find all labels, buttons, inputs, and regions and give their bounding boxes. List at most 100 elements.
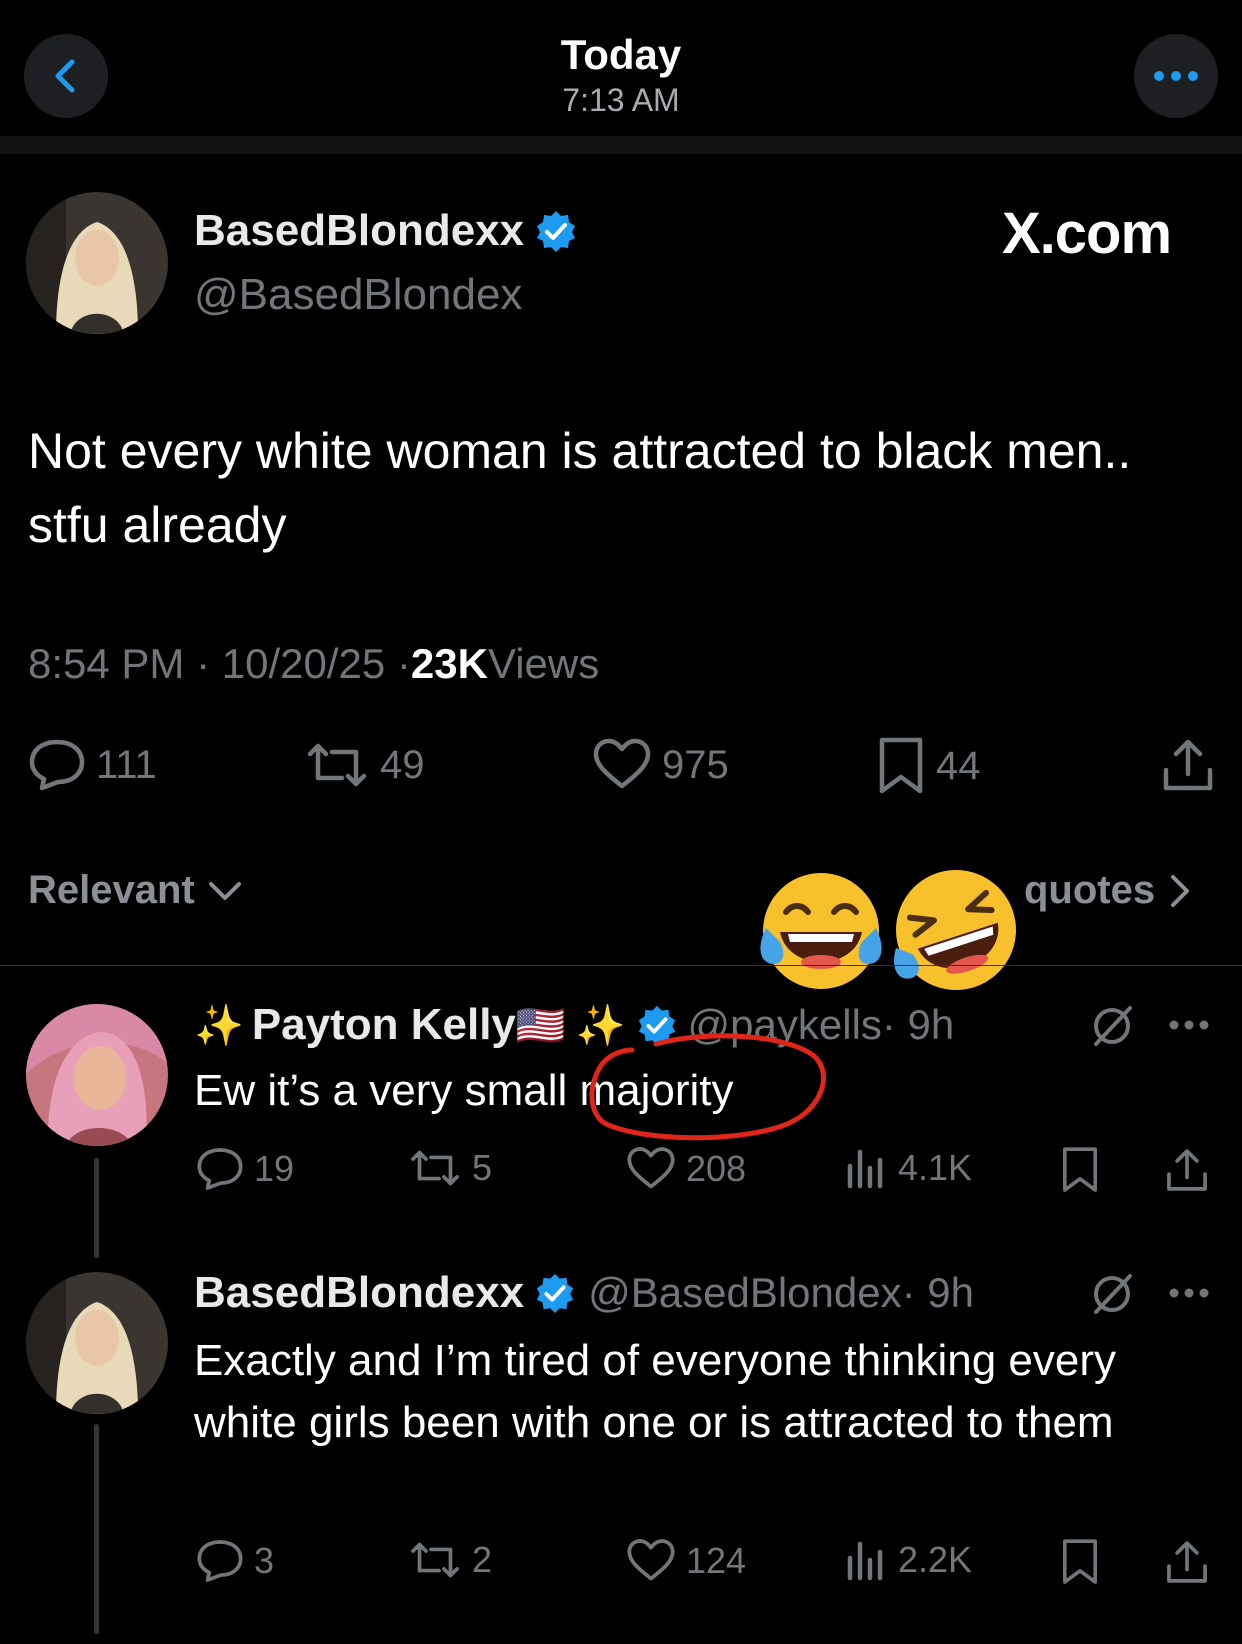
bookmark-icon (1063, 1147, 1097, 1192)
bookmark-button[interactable]: 44 (876, 736, 981, 796)
repost-button[interactable]: 5 (408, 1146, 492, 1190)
tweet-author-handle[interactable]: @BasedBlondex (194, 270, 522, 320)
avatar-image (26, 1004, 168, 1146)
share-button[interactable] (1164, 1146, 1210, 1199)
analytics-icon (847, 1149, 883, 1189)
tweet-author-name[interactable]: BasedBlondexx (194, 206, 524, 256)
repost-icon (411, 1542, 459, 1578)
like-button[interactable]: 124 (626, 1538, 746, 1584)
thread-line (94, 1158, 99, 1258)
reply-header: BasedBlondexx @BasedBlondex · 9h (194, 1268, 974, 1318)
tears-of-joy-icon (760, 873, 882, 989)
header-title-block: Today 7:13 AM (0, 30, 1242, 120)
share-icon (1167, 1149, 1207, 1191)
tears-of-joy-emoji (758, 868, 884, 994)
us-flag-icon: 🇺🇸 (515, 1003, 566, 1048)
repost-button[interactable]: 2 (408, 1538, 492, 1582)
tweet-timestamp: 8:54 PM · 10/20/25 · (28, 640, 411, 687)
like-count: 208 (686, 1148, 747, 1189)
reply-header: ✨ Payton Kelly 🇺🇸 ✨ @paykells · 9h (194, 1000, 954, 1050)
reply-icon (29, 739, 85, 791)
verified-badge-icon (536, 1273, 574, 1314)
reply-icon (197, 1148, 243, 1190)
bookmark-icon (879, 737, 923, 794)
rolling-laughing-icon (893, 870, 1016, 990)
repost-count: 2 (472, 1539, 493, 1580)
rolling-laughing-emoji (890, 864, 1022, 996)
bookmark-button[interactable] (1060, 1538, 1100, 1591)
bookmark-icon (1063, 1539, 1097, 1584)
reply-count: 19 (254, 1148, 295, 1189)
avatar[interactable] (26, 192, 168, 334)
like-button[interactable]: 208 (626, 1146, 746, 1192)
reply-button[interactable]: 111 (28, 738, 157, 792)
reply-count: 111 (96, 742, 157, 787)
reply-author-name[interactable]: Payton Kelly (252, 1000, 516, 1050)
avatar-image (26, 1272, 168, 1414)
views-count: 2.2K (898, 1539, 973, 1580)
repost-icon (411, 1150, 459, 1186)
grok-icon (1094, 1006, 1132, 1046)
grok-button[interactable] (1090, 1272, 1134, 1321)
reply-time: · 9h (901, 1269, 974, 1316)
heart-icon (627, 1539, 675, 1581)
source-watermark: X.com (1002, 201, 1172, 266)
tweet-text: Not every white woman is attracted to bl… (28, 423, 1132, 553)
avatar-image (26, 192, 168, 334)
avatar[interactable] (26, 1272, 168, 1414)
reply-button[interactable]: 3 (196, 1538, 274, 1584)
heart-icon (627, 1147, 675, 1189)
reply-button[interactable]: 19 (196, 1146, 294, 1192)
repost-count: 5 (472, 1147, 493, 1188)
chevron-down-icon (208, 881, 241, 900)
header-time: 7:13 AM (562, 82, 680, 118)
sparkles-icon: ✨ (194, 1003, 244, 1048)
like-count: 124 (686, 1540, 747, 1581)
sort-label: Relevant (28, 868, 195, 912)
ellipsis-icon (1154, 71, 1198, 81)
bookmark-button[interactable] (1060, 1146, 1100, 1199)
views-count: 4.1K (898, 1147, 973, 1188)
reply-more-button[interactable] (1168, 1286, 1210, 1304)
repost-button[interactable]: 49 (304, 738, 425, 792)
replies-divider (0, 965, 1242, 966)
more-options-button[interactable] (1134, 34, 1218, 118)
grok-icon (1094, 1274, 1132, 1314)
tweet-meta: 8:54 PM · 10/20/25 · 23K Views (28, 640, 599, 688)
verified-badge-icon (537, 211, 576, 252)
share-icon (1163, 739, 1213, 791)
reply-text-start: Ew it’s a very small (194, 1066, 580, 1115)
analytics-icon (847, 1541, 883, 1581)
quotes-label: quotes (1024, 868, 1156, 912)
reply-handle[interactable]: @BasedBlondex (588, 1269, 902, 1317)
share-button[interactable] (1164, 1538, 1210, 1591)
like-count: 975 (662, 742, 729, 787)
ellipsis-icon (1169, 1020, 1209, 1030)
sort-dropdown[interactable]: Relevant (28, 868, 245, 913)
bookmark-count: 44 (936, 743, 981, 788)
reply-author-name[interactable]: BasedBlondexx (194, 1268, 524, 1318)
header-title: Today (560, 31, 682, 78)
reply-count: 3 (254, 1540, 275, 1581)
views-count: 23K (410, 640, 488, 687)
reply-text: Exactly and I’m tired of everyone thinki… (194, 1336, 1117, 1447)
reply-time: · 9h (881, 1001, 955, 1048)
red-circle-annotation (589, 1033, 826, 1141)
heart-icon (593, 738, 651, 789)
reply-more-button[interactable] (1168, 1018, 1210, 1036)
grok-button[interactable] (1090, 1004, 1134, 1053)
thread-line (94, 1424, 99, 1634)
reply-icon (197, 1540, 243, 1582)
share-button[interactable] (1160, 736, 1216, 799)
views-button[interactable]: 4.1K (844, 1146, 972, 1190)
avatar[interactable] (26, 1004, 168, 1146)
repost-icon (307, 743, 367, 787)
chevron-right-icon (1171, 874, 1190, 907)
repost-count: 49 (380, 742, 425, 787)
share-icon (1167, 1541, 1207, 1583)
views-button[interactable]: 2.2K (844, 1538, 972, 1582)
views-label: Views (487, 640, 600, 687)
header-divider (0, 136, 1242, 154)
view-quotes-link[interactable]: quotes (1024, 868, 1193, 913)
like-button[interactable]: 975 (592, 738, 729, 792)
